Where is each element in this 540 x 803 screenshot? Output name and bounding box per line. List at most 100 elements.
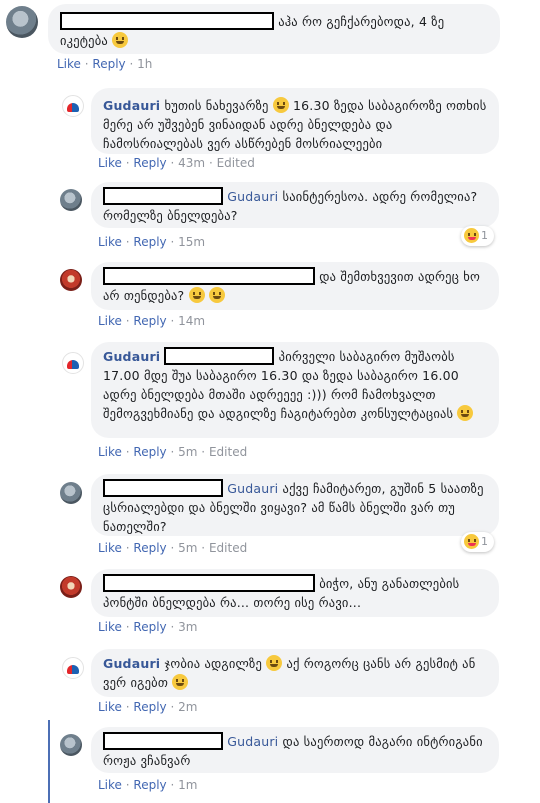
timestamp[interactable]: 2m [178,700,197,714]
separator: · [201,445,206,459]
separator: · [125,445,130,459]
separator: · [170,700,175,714]
separator: · [125,700,130,714]
separator: · [170,235,175,249]
comment-actions: Like · Reply · 2m [98,700,197,714]
reaction-number: 1 [481,535,488,548]
timestamp[interactable]: 1h [137,57,152,71]
comment-actions: Like · Reply · 14m [98,314,205,328]
comment-bubble: Gudauri და საერთოდ მაგარი ინტრიგანი როჟა… [91,727,499,773]
smile-emoji-icon [172,674,189,690]
timestamp[interactable]: 1m [178,778,197,792]
reply-link[interactable]: Reply [133,445,166,459]
separator: · [170,156,175,170]
timestamp[interactable]: 14m [178,314,205,328]
redacted-name [103,187,223,205]
reply-link[interactable]: Reply [133,700,166,714]
timestamp[interactable]: 43m [178,156,205,170]
separator: · [170,778,175,792]
avatar[interactable] [60,269,82,291]
separator: · [208,156,213,170]
reply-link[interactable]: Reply [133,156,166,170]
smile-emoji-icon [272,97,289,113]
reaction-count[interactable]: 1 [461,532,494,552]
gudauri-logo-avatar[interactable] [62,352,84,374]
haha-emoji-icon [464,228,479,243]
smile-emoji-icon [188,287,205,303]
avatar[interactable] [60,189,82,211]
reply-link[interactable]: Reply [133,620,166,634]
gudauri-logo-avatar[interactable] [62,657,84,679]
comment-text: ხუთის ნახევარზე [164,98,269,113]
reply-link[interactable]: Reply [92,57,125,71]
avatar[interactable] [6,6,38,38]
tagged-page[interactable]: Gudauri [227,481,278,496]
timestamp[interactable]: 5m [178,541,197,555]
timestamp[interactable]: 3m [178,620,197,634]
tagged-page[interactable]: Gudauri [227,189,278,204]
avatar[interactable] [60,734,82,756]
comment-bubble: Gudauri აქვე ჩამიტარეთ, გუშინ 5 საათზე ც… [91,474,499,536]
author-name[interactable]: Gudauri [103,98,160,113]
like-link[interactable]: Like [98,445,122,459]
reply-link[interactable]: Reply [133,541,166,555]
redacted-name [60,12,274,30]
edited-label[interactable]: Edited [209,445,247,459]
smile-emoji-icon [457,405,474,421]
redacted-name [103,574,315,592]
separator: · [125,620,130,634]
edited-label[interactable]: Edited [209,541,247,555]
separator: · [170,445,175,459]
redacted-name [103,732,223,750]
tagged-page[interactable]: Gudauri [227,734,278,749]
timestamp[interactable]: 5m [178,445,197,459]
reply-link[interactable]: Reply [133,235,166,249]
comment-actions: Like · Reply · 5m · Edited [98,445,247,459]
like-link[interactable]: Like [57,57,81,71]
comment-bubble: ბიჭო, ანუ განათლების პონტში ბნელდება რა.… [91,569,499,617]
comment-bubble: Gudauri საინტერესოა. ადრე რომელია? რომელ… [91,182,499,228]
gudauri-logo-icon [67,360,79,370]
separator: · [125,235,130,249]
separator: · [125,156,130,170]
redacted-name [103,479,223,497]
comment-actions: Like · Reply · 43m · Edited [98,156,255,170]
comment-text-cont: 16.30 ზედა საბაგიროზე ოთხის მერე არ უშვე… [103,98,487,151]
like-link[interactable]: Like [98,314,122,328]
reply-link[interactable]: Reply [133,778,166,792]
like-link[interactable]: Like [98,778,122,792]
author-name[interactable]: Gudauri [103,349,160,364]
gudauri-logo-icon [67,103,79,113]
comment-text: ჯობია ადგილზე [164,656,263,671]
avatar[interactable] [60,482,82,504]
comment-bubble: Gudauri ხუთის ნახევარზე 16.30 ზედა საბაგ… [91,88,499,154]
separator: · [84,57,89,71]
comment-bubble: Gudauri პირველი საბაგირო მუშაობს 17.00 მ… [91,342,499,438]
reply-link[interactable]: Reply [133,314,166,328]
avatar[interactable] [60,576,82,598]
like-link[interactable]: Like [98,700,122,714]
redacted-name [103,267,315,285]
smile-emoji-icon [112,32,129,48]
comment-actions: Like · Reply · 3m [98,620,197,634]
separator: · [170,314,175,328]
haha-emoji-icon [464,534,479,549]
smile-emoji-icon [266,655,283,671]
redacted-name [164,347,275,365]
like-link[interactable]: Like [98,156,122,170]
gudauri-logo-avatar[interactable] [62,95,84,117]
author-name[interactable]: Gudauri [103,656,160,671]
comment-actions: Like · Reply · 1m [98,778,197,792]
separator: · [125,541,130,555]
gudauri-logo-icon [67,665,79,675]
separator: · [129,57,134,71]
reaction-number: 1 [481,229,488,242]
like-link[interactable]: Like [98,235,122,249]
edited-label[interactable]: Edited [217,156,255,170]
separator: · [125,778,130,792]
like-link[interactable]: Like [98,541,122,555]
reaction-count[interactable]: 1 [461,226,494,246]
comment-actions: Like · Reply · 15m [98,235,205,249]
timestamp[interactable]: 15m [178,235,205,249]
like-link[interactable]: Like [98,620,122,634]
